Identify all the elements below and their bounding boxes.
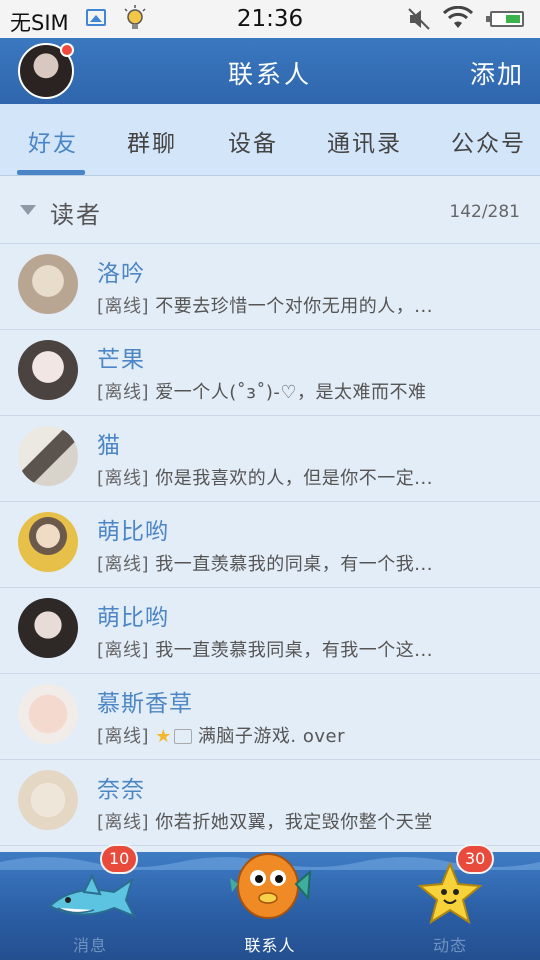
collapse-arrow-icon (20, 205, 36, 215)
contact-tabs: 好友 群聊 设备 通讯录 公众号 (0, 104, 540, 176)
avatar (18, 512, 78, 572)
contact-status: [离线] 爱一个人(˚з˚)-♡，是太难而不难 (97, 378, 517, 404)
signature-text: 不要去珍惜一个对你无用的人，... (155, 296, 433, 317)
mute-icon (408, 8, 430, 30)
status-bar: 无SIM 21:36 (0, 0, 540, 38)
messages-badge: 10 (100, 844, 139, 874)
list-item[interactable]: 萌比哟 [离线] 我一直羡慕我的同桌，有一个我... (0, 502, 540, 588)
contact-status: [离线] 我一直羡慕我的同桌，有一个我... (97, 550, 517, 576)
nav-messages[interactable]: 10 消息 (0, 844, 180, 960)
contact-name: 猫 (97, 433, 121, 459)
avatar (18, 340, 78, 400)
list-item[interactable]: 洛吟 [离线] 不要去珍惜一个对你无用的人，... (0, 244, 540, 330)
status-tag: [离线] (97, 726, 150, 747)
battery-level (506, 15, 520, 23)
wifi-icon (443, 6, 473, 28)
tab-address-book[interactable]: 通讯录 (327, 124, 402, 158)
contact-name: 洛吟 (97, 261, 145, 287)
nav-moments-label: 动态 (432, 936, 467, 955)
list-item[interactable]: 芒果 [离线] 爱一个人(˚з˚)-♡，是太难而不难 (0, 330, 540, 416)
contact-name: 萌比哟 (97, 605, 169, 631)
list-item[interactable]: 奈奈 [离线] 你若折她双翼，我定毁你整个天堂 (0, 760, 540, 846)
shark-icon (48, 873, 136, 918)
signature-text: 爱一个人(˚з˚)-♡，是太难而不难 (155, 382, 427, 403)
tab-official-accounts[interactable]: 公众号 (451, 124, 526, 158)
status-tag: [离线] (97, 296, 150, 317)
list-item[interactable]: 萌比哟 [离线] 我一直羡慕我同桌，有我一个这... (0, 588, 540, 674)
contact-status: [离线] 你若折她双翼，我定毁你整个天堂 (97, 808, 517, 834)
avatar (18, 254, 78, 314)
group-header[interactable]: 读者 142/281 (0, 176, 540, 244)
moments-badge: 30 (456, 844, 495, 874)
star-icon: ★ (155, 726, 172, 747)
contact-name: 奈奈 (97, 777, 145, 803)
group-online-count: 142/281 (449, 202, 520, 222)
list-item[interactable]: 猫 [离线] 你是我喜欢的人，但是你不一定... (0, 416, 540, 502)
app-header: 联系人 添加 (0, 38, 540, 104)
nav-contacts-label: 联系人 (244, 936, 296, 955)
battery-icon (486, 11, 524, 27)
bottom-nav: 10 消息 联系人 30 动态 (0, 844, 540, 960)
status-tag: [离线] (97, 382, 150, 403)
contact-status: [离线] 你是我喜欢的人，但是你不一定... (97, 464, 517, 490)
signature-text: 满脑子游戏. over (197, 726, 346, 747)
status-tag: [离线] (97, 640, 150, 661)
contact-name: 萌比哟 (97, 519, 169, 545)
contact-name: 慕斯香草 (97, 691, 193, 717)
tab-groups[interactable]: 群聊 (127, 124, 177, 158)
group-name: 读者 (50, 201, 102, 229)
contact-list: 洛吟 [离线] 不要去珍惜一个对你无用的人，... 芒果 [离线] 爱一个人(˚… (0, 244, 540, 846)
avatar (18, 598, 78, 658)
contact-status: [离线] 不要去珍惜一个对你无用的人，... (97, 292, 517, 318)
avatar (18, 426, 78, 486)
status-tag: [离线] (97, 468, 150, 489)
contact-name: 芒果 (97, 347, 145, 373)
fish-icon (230, 853, 312, 919)
contact-status: [离线] 我一直羡慕我同桌，有我一个这... (97, 636, 517, 662)
tab-friends[interactable]: 好友 (28, 124, 78, 158)
signature-text: 你若折她双翼，我定毁你整个天堂 (155, 812, 433, 833)
signature-text: 你是我喜欢的人，但是你不一定... (155, 468, 433, 489)
list-item[interactable]: 慕斯香草 [离线] ★ 满脑子游戏. over (0, 674, 540, 760)
page-title: 联系人 (227, 60, 312, 89)
signature-text: 我一直羡慕我同桌，有我一个这... (155, 640, 433, 661)
image-icon (173, 729, 192, 744)
avatar (18, 770, 78, 830)
add-button[interactable]: 添加 (470, 55, 524, 91)
nav-contacts[interactable]: 联系人 (180, 852, 360, 960)
status-tag: [离线] (97, 554, 150, 575)
active-tab-indicator (17, 170, 85, 175)
status-tag: [离线] (97, 812, 150, 833)
nav-messages-label: 消息 (72, 936, 107, 955)
nav-moments[interactable]: 30 动态 (360, 844, 540, 960)
signature-text: 我一直羡慕我的同桌，有一个我... (155, 554, 433, 575)
contact-status: [离线] ★ 满脑子游戏. over (97, 722, 517, 748)
tab-devices[interactable]: 设备 (228, 124, 278, 158)
avatar (18, 684, 78, 744)
